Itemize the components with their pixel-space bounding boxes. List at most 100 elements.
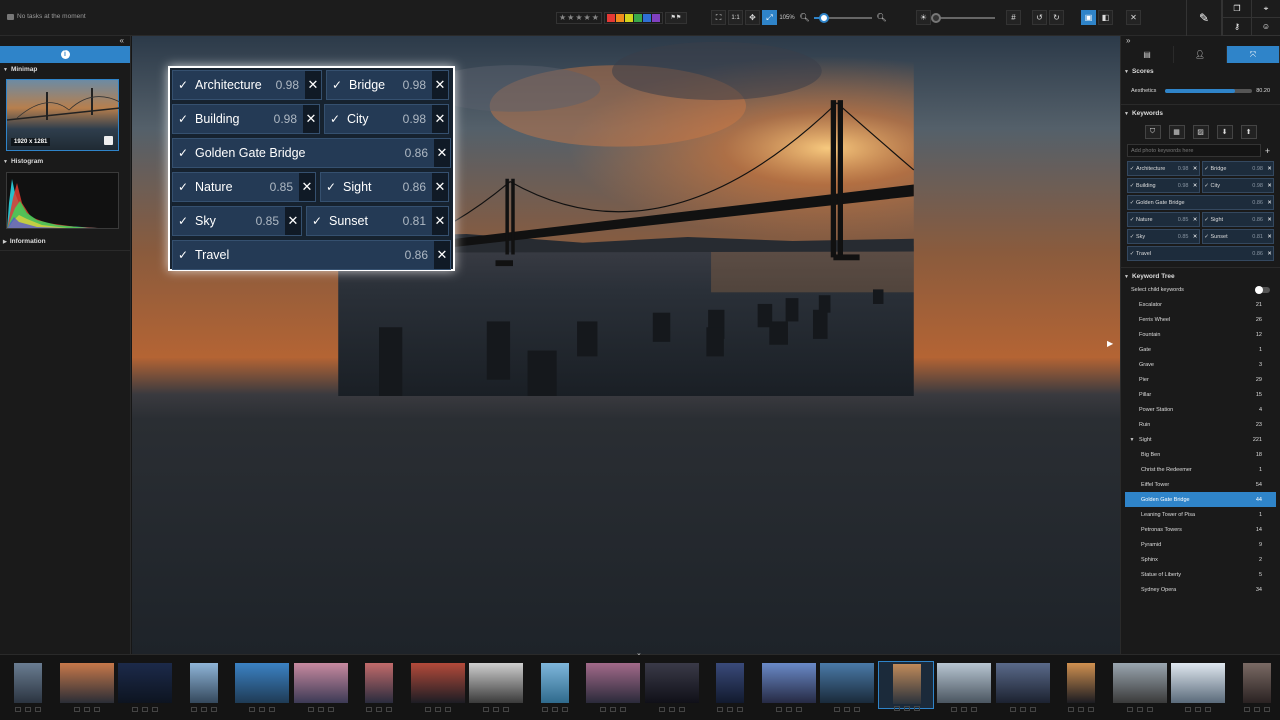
- location-icon[interactable]: ⌖: [1251, 0, 1280, 18]
- tag-icon[interactable]: [795, 707, 802, 712]
- keyword-tree-item[interactable]: Petronas Towers 14: [1125, 522, 1276, 537]
- histogram-header[interactable]: ▼ Histogram: [0, 155, 130, 168]
- keyword-tree-item[interactable]: Eiffel Tower 54: [1125, 477, 1276, 492]
- remove-keyword-icon[interactable]: ✕: [285, 207, 301, 235]
- filmstrip-thumbnail[interactable]: [527, 661, 583, 712]
- keywords-header[interactable]: ▼ Keywords: [1121, 104, 1280, 120]
- brightness-slider[interactable]: [931, 12, 995, 23]
- color-label-swatch[interactable]: [651, 13, 660, 22]
- minimap[interactable]: 1920 x 1281: [6, 79, 121, 151]
- remove-keyword-icon[interactable]: ✕: [1266, 183, 1273, 189]
- minimap-header[interactable]: ▼ Minimap: [0, 63, 130, 76]
- face-icon[interactable]: ☺: [1251, 18, 1280, 36]
- info-tab[interactable]: i: [0, 46, 130, 63]
- keyword-chip[interactable]: ✓ Travel 0.86 ✕: [172, 240, 451, 270]
- filmstrip-thumbnail[interactable]: [1053, 661, 1109, 712]
- rotate-right-icon[interactable]: ↻: [1049, 10, 1064, 25]
- keyword-chip[interactable]: ✓ City 0.98 ✕: [1201, 178, 1274, 193]
- flag-icon[interactable]: ⚑⚑: [664, 11, 687, 24]
- remove-keyword-icon[interactable]: ✕: [305, 71, 321, 99]
- tag-icon[interactable]: [386, 707, 392, 712]
- remove-keyword-icon[interactable]: ✕: [1266, 200, 1273, 206]
- copy-icon[interactable]: ❐: [1222, 0, 1251, 18]
- check-icon[interactable]: ✓: [173, 112, 193, 126]
- tag-icon[interactable]: [444, 707, 451, 712]
- flag-icon[interactable]: [376, 707, 382, 712]
- select-checkbox[interactable]: [132, 707, 138, 712]
- flag-icon[interactable]: [493, 707, 499, 712]
- keyword-chip[interactable]: ✓ Travel 0.86 ✕: [1127, 246, 1274, 261]
- filmstrip-thumbnail[interactable]: [234, 661, 290, 712]
- select-checkbox[interactable]: [1185, 707, 1191, 712]
- select-checkbox[interactable]: [73, 707, 80, 712]
- tag-icon[interactable]: [1205, 707, 1211, 712]
- filmstrip-thumbnail[interactable]: [936, 661, 992, 712]
- select-checkbox[interactable]: [249, 707, 255, 712]
- flag-icon[interactable]: [1253, 707, 1260, 712]
- tab-metadata[interactable]: ▤: [1121, 46, 1174, 63]
- flag-icon[interactable]: [727, 707, 733, 712]
- select-all-icon[interactable]: ▦: [1168, 125, 1185, 139]
- rotate-left-icon[interactable]: ↺: [1032, 10, 1047, 25]
- deselect-icon[interactable]: ▨: [1192, 125, 1209, 139]
- tag-icon[interactable]: [1146, 707, 1153, 712]
- flag-icon[interactable]: [551, 707, 558, 712]
- select-checkbox[interactable]: [1243, 707, 1250, 712]
- select-checkbox[interactable]: [190, 707, 197, 712]
- flag-icon[interactable]: [1195, 707, 1201, 712]
- scores-header[interactable]: ▼ Scores: [1121, 65, 1280, 78]
- filmstrip-thumbnail[interactable]: [585, 661, 641, 712]
- filmstrip-thumbnail[interactable]: [761, 661, 817, 712]
- star-icon[interactable]: ★: [567, 13, 574, 22]
- keyword-chip[interactable]: ✓ Bridge 0.98 ✕: [1201, 161, 1274, 176]
- flag-icon[interactable]: [200, 707, 207, 712]
- star-rating[interactable]: ★ ★ ★ ★ ★: [556, 11, 602, 24]
- remove-keyword-icon[interactable]: ✕: [1192, 234, 1199, 240]
- keyword-chip[interactable]: ✓ City 0.98 ✕: [324, 104, 449, 134]
- flag-icon[interactable]: [961, 707, 967, 712]
- key-icon[interactable]: ⚷: [1222, 18, 1251, 36]
- remove-keyword-icon[interactable]: ✕: [1266, 217, 1273, 223]
- remove-keyword-icon[interactable]: ✕: [432, 105, 448, 133]
- color-label-swatch[interactable]: [642, 13, 651, 22]
- keyword-tree-header[interactable]: ▼ Keyword Tree: [1121, 267, 1280, 283]
- select-checkbox[interactable]: [658, 707, 665, 712]
- keyword-tree-item[interactable]: Ferris Wheel 26: [1125, 312, 1276, 327]
- select-checkbox[interactable]: [775, 707, 782, 712]
- check-icon[interactable]: ✓: [1203, 217, 1211, 223]
- tag-icon[interactable]: [971, 707, 977, 712]
- keyword-chip[interactable]: ✓ Architecture 0.98 ✕: [1127, 161, 1200, 176]
- check-icon[interactable]: ✓: [1203, 183, 1211, 189]
- fill-icon[interactable]: ⤢: [762, 10, 777, 25]
- check-icon[interactable]: ✓: [1203, 166, 1211, 172]
- filmstrip-thumbnail[interactable]: [176, 661, 232, 712]
- tag-icon[interactable]: [913, 706, 920, 711]
- flag-icon[interactable]: [1019, 707, 1026, 712]
- collapse-right-icon[interactable]: »: [1121, 36, 1280, 46]
- tag-icon[interactable]: [35, 707, 41, 712]
- keyword-tree-item[interactable]: Leaning Tower of Pisa 1: [1125, 507, 1276, 522]
- check-icon[interactable]: ✓: [173, 248, 193, 262]
- chevron-down-icon[interactable]: ⌄: [636, 649, 642, 657]
- information-header[interactable]: ▶ Information: [0, 235, 130, 251]
- color-label-swatch[interactable]: [633, 13, 642, 22]
- fullscreen-icon[interactable]: ⛶: [711, 10, 726, 25]
- flag-icon[interactable]: [844, 707, 850, 712]
- flag-icon[interactable]: [1078, 707, 1084, 712]
- keyword-chip[interactable]: ✓ Building 0.98 ✕: [172, 104, 320, 134]
- check-icon[interactable]: ✓: [1128, 234, 1136, 240]
- flag-icon[interactable]: [903, 706, 910, 711]
- keyword-chip[interactable]: ✓ Golden Gate Bridge 0.86 ✕: [1127, 195, 1274, 210]
- grid-icon[interactable]: #: [1006, 10, 1021, 25]
- keyword-tree-item[interactable]: Pyramid 9: [1125, 537, 1276, 552]
- remove-keyword-icon[interactable]: ✕: [1192, 166, 1199, 172]
- keyword-chip[interactable]: ✓ Golden Gate Bridge 0.86 ✕: [172, 138, 451, 168]
- filmstrip-thumbnail[interactable]: [1170, 661, 1226, 712]
- filmstrip-thumbnail[interactable]: [410, 661, 466, 712]
- keyword-chip[interactable]: ✓ Sight 0.86 ✕: [320, 172, 449, 202]
- color-label-swatch[interactable]: [606, 13, 615, 22]
- sun-icon[interactable]: ☀: [916, 10, 931, 25]
- zoom-out-icon[interactable]: 🔍︎: [797, 10, 812, 25]
- tag-icon[interactable]: [737, 707, 743, 712]
- flag-icon[interactable]: [785, 707, 792, 712]
